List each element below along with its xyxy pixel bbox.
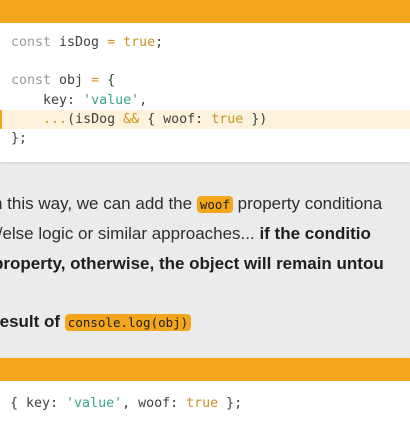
code-line-1: const isDog = true; [11,35,164,50]
code-result-line: { key: 'value', woof: true }; [10,396,243,411]
code-line-3: const obj = { [11,73,116,89]
code-block-result [0,358,410,424]
bold-text: property, otherwise, the object will rem… [0,254,384,273]
code-block-header [0,0,410,23]
code-line-4: key: 'value', [11,92,148,108]
code-block-conditional-spread: const isDog = true; const obj = { key: '… [0,0,410,162]
code-content: const isDog = true; const obj = { key: '… [0,33,410,148]
inline-code-console-log: console.log(obj) [64,314,192,331]
paragraph-line-2: f/else logic or similar approaches... if… [0,224,371,243]
paragraph-line-1: n this way, we can add the woof property… [0,194,383,213]
inline-code-woof: woof [196,196,233,213]
code-block-header [0,358,410,381]
paragraph-line-3: property, otherwise, the object will rem… [0,254,410,274]
code-line-5-highlighted: ...(isDog && { woof: true }) [0,109,410,130]
bold-text: if the conditio [259,224,371,243]
result-heading: result of console.log(obj) [0,312,410,332]
code-line-6: }; [11,130,28,146]
